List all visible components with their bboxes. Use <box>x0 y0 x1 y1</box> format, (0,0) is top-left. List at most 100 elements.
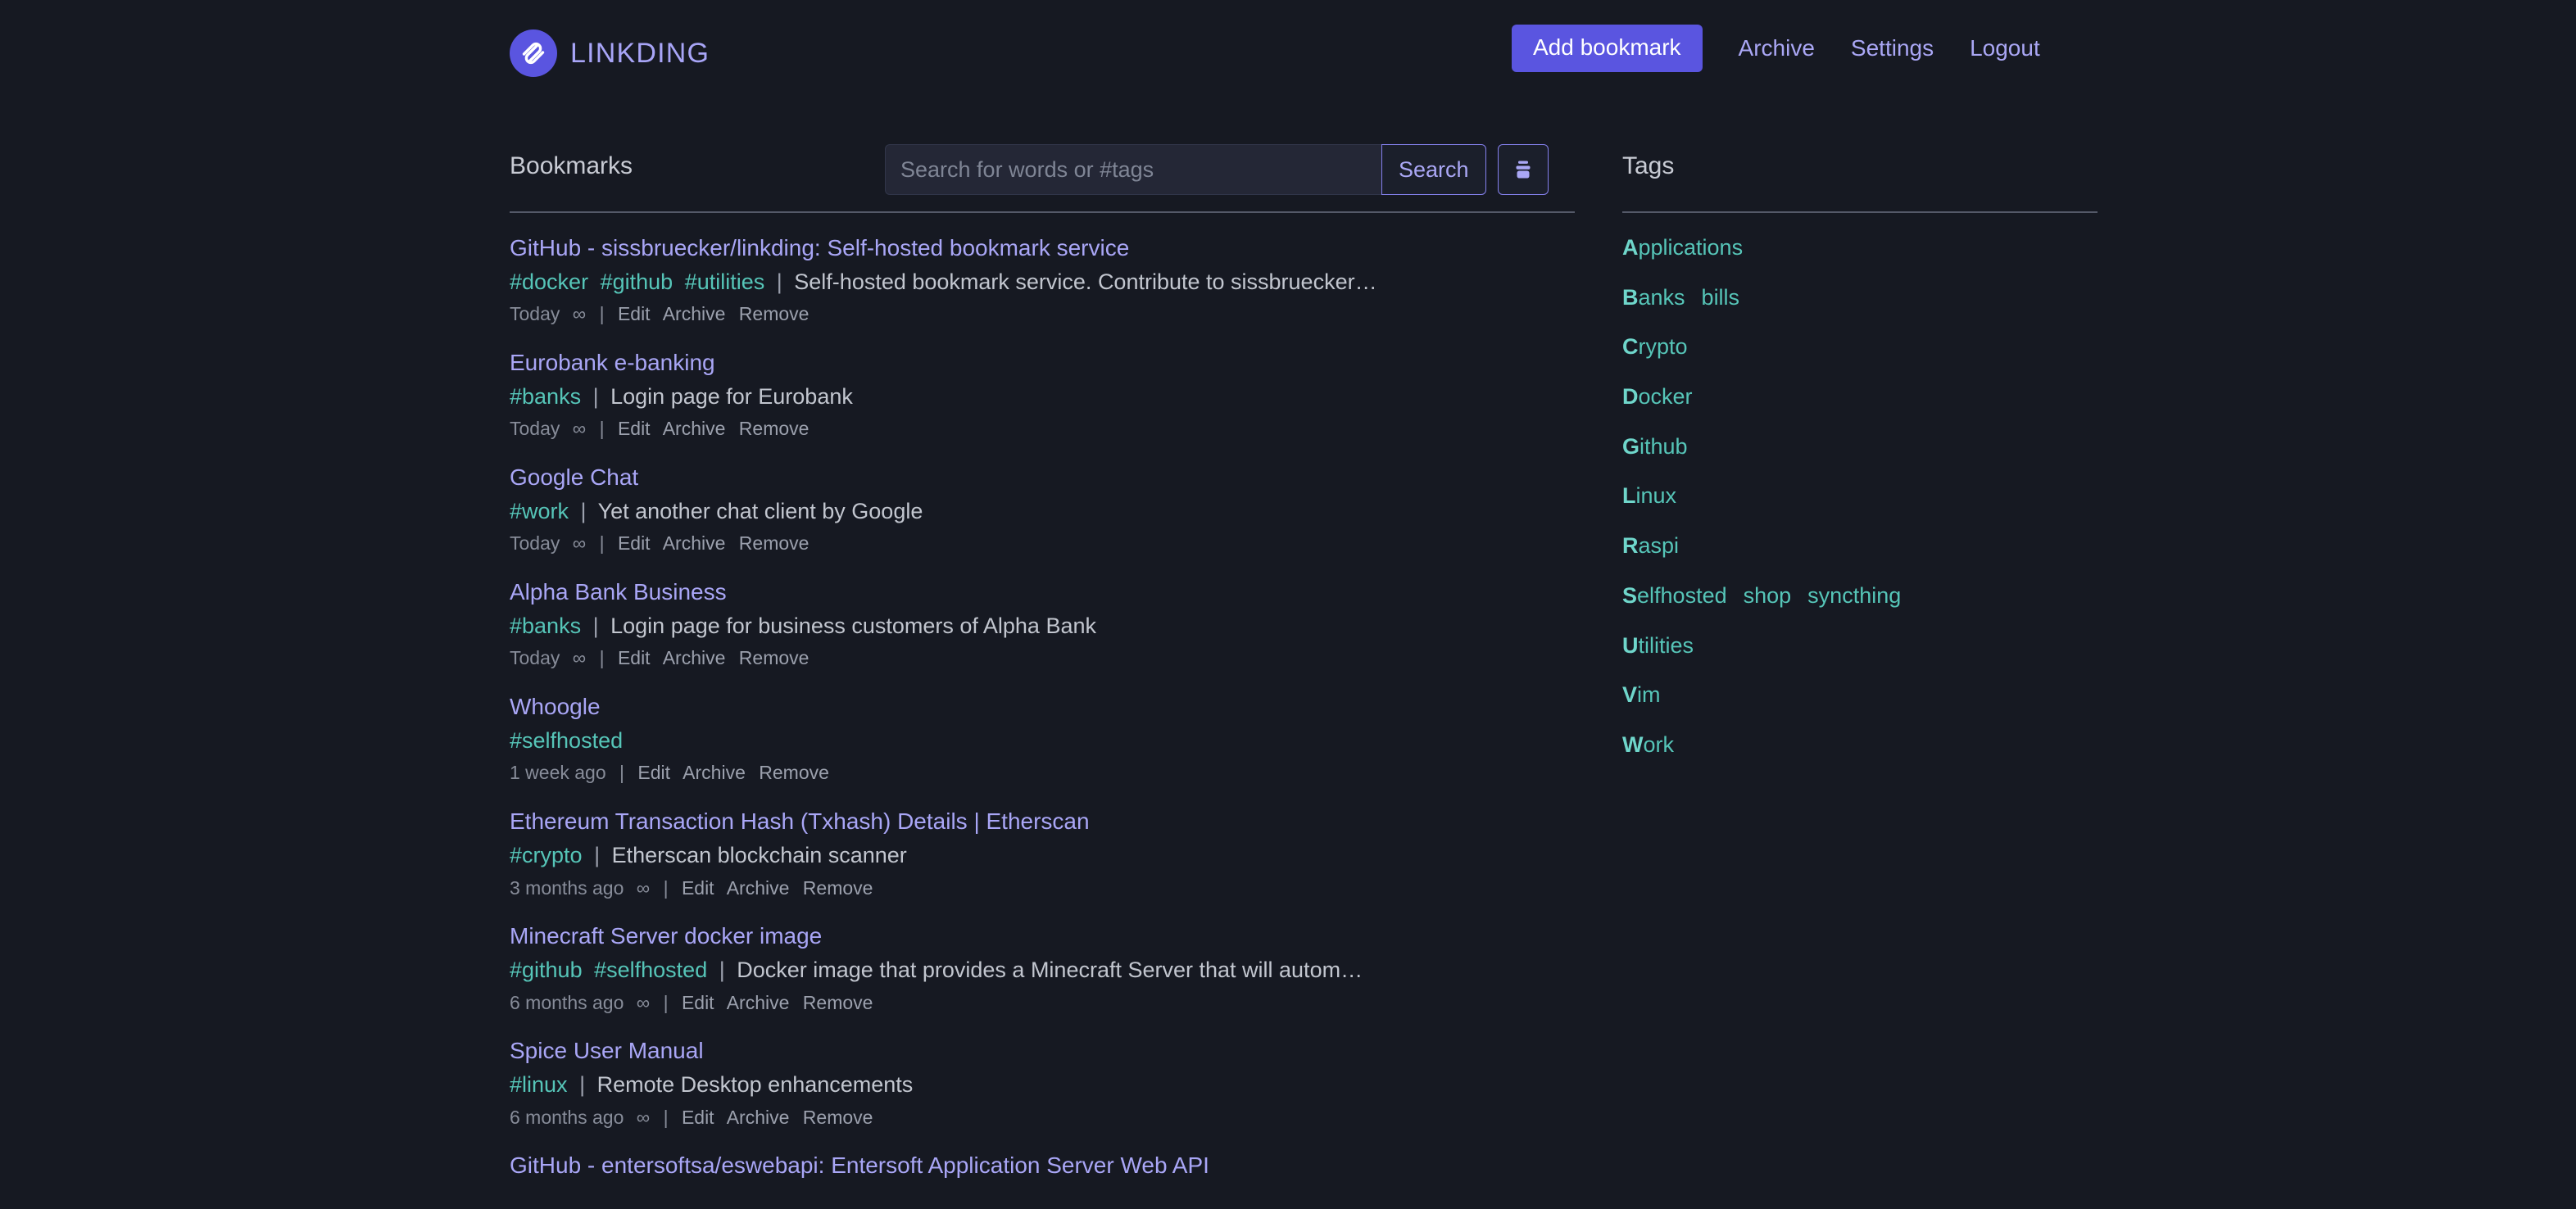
bookmark-weblink-icon[interactable]: ∞ <box>637 877 650 899</box>
bookmark-tag[interactable]: #work <box>510 499 569 523</box>
tag-link[interactable]: shop <box>1744 583 1792 608</box>
bookmark-edit-action[interactable]: Edit <box>618 532 651 554</box>
bookmark-archive-action[interactable]: Archive <box>727 1107 790 1128</box>
bookmark-description: Login page for business customers of Alp… <box>610 614 1096 638</box>
nav-link-settings[interactable]: Settings <box>1851 35 1934 61</box>
tag-name-rest: pplications <box>1639 235 1744 260</box>
bookmark-edit-action[interactable]: Edit <box>637 762 670 783</box>
bookmark-tag[interactable]: #banks <box>510 614 581 638</box>
bookmark-archive-action[interactable]: Archive <box>727 992 790 1013</box>
bookmark-weblink-icon[interactable]: ∞ <box>637 992 650 1013</box>
bookmark-actions: 6 months ago ∞ | Edit Archive Remove <box>510 992 1575 1015</box>
bookmark-date: 3 months ago <box>510 877 624 899</box>
bookmark-remove-action[interactable]: Remove <box>739 647 810 668</box>
bookmark-meta: #banks | Login page for Eurobank <box>510 383 1575 410</box>
bookmark-description: Remote Desktop enhancements <box>597 1072 914 1097</box>
bookmark-weblink-icon[interactable]: ∞ <box>573 647 586 668</box>
tag-group: Work <box>1622 733 2098 758</box>
bookmark-remove-action[interactable]: Remove <box>739 303 810 324</box>
bookmark-remove-action[interactable]: Remove <box>739 532 810 554</box>
bookmark-remove-action[interactable]: Remove <box>803 877 873 899</box>
tag-link[interactable]: Linux <box>1622 483 1676 508</box>
bookmark-title-link[interactable]: Spice User Manual <box>510 1037 1575 1064</box>
bookmark-tag[interactable]: #linux <box>510 1072 568 1097</box>
bookmark-remove-action[interactable]: Remove <box>759 762 829 783</box>
bookmark-archive-action[interactable]: Archive <box>727 877 790 899</box>
tags-divider <box>1622 211 2098 213</box>
tag-link[interactable]: Vim <box>1622 682 1661 707</box>
bookmark-remove-action[interactable]: Remove <box>803 992 873 1013</box>
bookmark-title-link[interactable]: GitHub - entersoftsa/eswebapi: Entersoft… <box>510 1152 1575 1179</box>
tag-link[interactable]: Applications <box>1622 235 1743 260</box>
bookmark-title-link[interactable]: Minecraft Server docker image <box>510 922 1575 949</box>
tag-link[interactable]: Utilities <box>1622 633 1694 658</box>
tag-initial-letter: G <box>1622 434 1639 459</box>
tag-link[interactable]: Github <box>1622 434 1688 459</box>
bookmark-tag[interactable]: #banks <box>510 384 581 409</box>
app-root: LINKDING Add bookmark Archive Settings L… <box>0 0 2576 1209</box>
bookmark-title-link[interactable]: Whoogle <box>510 693 1575 720</box>
tag-link[interactable]: Banks <box>1622 285 1685 310</box>
bookmark-title-link[interactable]: Google Chat <box>510 464 1575 491</box>
bookmark-edit-action[interactable]: Edit <box>618 418 651 439</box>
search-button[interactable]: Search <box>1381 144 1486 195</box>
nav-link-archive[interactable]: Archive <box>1739 35 1815 61</box>
tag-initial-letter: A <box>1622 235 1639 260</box>
bookmark-tag[interactable]: #crypto <box>510 843 583 867</box>
tag-initial-letter: W <box>1622 732 1643 757</box>
bookmark-edit-action[interactable]: Edit <box>682 1107 714 1128</box>
bookmark-tag[interactable]: #selfhosted <box>510 728 623 753</box>
bookmark-weblink-icon[interactable]: ∞ <box>573 532 586 554</box>
bookmark-meta: #crypto | Etherscan blockchain scanner <box>510 842 1575 868</box>
action-separator: | <box>664 1107 669 1128</box>
tag-initial-letter: C <box>1622 334 1639 359</box>
bookmark-title-link[interactable]: Alpha Bank Business <box>510 578 1575 605</box>
bookmark-edit-action[interactable]: Edit <box>682 877 714 899</box>
tag-link[interactable]: Docker <box>1622 384 1693 409</box>
filter-options-icon[interactable] <box>1498 144 1549 195</box>
bookmark-archive-action[interactable]: Archive <box>663 303 726 324</box>
bookmark-title-link[interactable]: GitHub - sissbruecker/linkding: Self-hos… <box>510 234 1575 261</box>
bookmark-archive-action[interactable]: Archive <box>663 418 726 439</box>
bookmark-tag[interactable]: #utilities <box>685 269 765 294</box>
bookmark-remove-action[interactable]: Remove <box>803 1107 873 1128</box>
bookmark-edit-action[interactable]: Edit <box>618 647 651 668</box>
bookmark-list: GitHub - sissbruecker/linkding: Self-hos… <box>510 234 1575 1179</box>
bookmark-title-link[interactable]: Eurobank e-banking <box>510 349 1575 376</box>
tags-column: Tags Applications Banks bills Crypto Dock… <box>1622 139 2098 783</box>
bookmark-edit-action[interactable]: Edit <box>682 992 714 1013</box>
tag-group-list: Applications Banks bills Crypto Docker Gi… <box>1622 236 2098 758</box>
bookmark-archive-action[interactable]: Archive <box>663 532 726 554</box>
bookmark-edit-action[interactable]: Edit <box>618 303 651 324</box>
bookmark-meta: #linux | Remote Desktop enhancements <box>510 1071 1575 1098</box>
bookmark-meta: #docker #github #utilities | Self-hosted… <box>510 269 1575 295</box>
nav-link-logout[interactable]: Logout <box>1970 35 2040 61</box>
meta-separator: | <box>719 958 725 982</box>
tag-group: Vim <box>1622 683 2098 708</box>
tag-link[interactable]: Crypto <box>1622 334 1688 359</box>
bookmark-title-link[interactable]: Ethereum Transaction Hash (Txhash) Detai… <box>510 808 1575 835</box>
bookmark-tag[interactable]: #github <box>510 958 583 982</box>
bookmark-archive-action[interactable]: Archive <box>683 762 746 783</box>
bookmark-archive-action[interactable]: Archive <box>663 647 726 668</box>
bookmark-tag[interactable]: #selfhosted <box>594 958 707 982</box>
tag-initial-letter: U <box>1622 633 1639 658</box>
bookmark-tag[interactable]: #docker <box>510 269 588 294</box>
bookmark-tag[interactable]: #github <box>601 269 673 294</box>
bookmark-weblink-icon[interactable]: ∞ <box>573 303 586 324</box>
bookmark-remove-action[interactable]: Remove <box>739 418 810 439</box>
add-bookmark-button[interactable]: Add bookmark <box>1512 25 1703 72</box>
search-bar: Search <box>885 144 1549 195</box>
tag-link[interactable]: Selfhosted <box>1622 583 1727 608</box>
bookmark-weblink-icon[interactable]: ∞ <box>637 1107 650 1128</box>
meta-separator: | <box>777 269 782 294</box>
bookmark-weblink-icon[interactable]: ∞ <box>573 418 586 439</box>
tag-link[interactable]: syncthing <box>1807 583 1901 608</box>
bookmark-actions: Today ∞ | Edit Archive Remove <box>510 647 1575 670</box>
tags-header-row: Tags <box>1622 139 2098 193</box>
brand-home-link[interactable]: LINKDING <box>510 29 710 77</box>
tag-link[interactable]: Raspi <box>1622 533 1679 558</box>
tag-link[interactable]: bills <box>1702 285 1740 310</box>
tag-link[interactable]: Work <box>1622 732 1674 757</box>
search-input[interactable] <box>885 144 1381 195</box>
